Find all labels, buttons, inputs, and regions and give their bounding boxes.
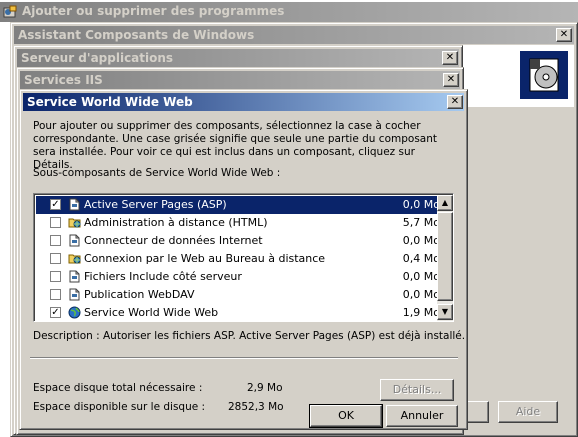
component-size: 0,0 Mo (402, 198, 439, 211)
disk-available-label: Espace disponible sur le disque : (33, 401, 206, 413)
ok-button-label: OK (338, 409, 354, 422)
scroll-thumb[interactable] (437, 212, 453, 301)
details-button[interactable]: Détails... (380, 379, 454, 401)
component-size: 5,7 Mo (402, 216, 439, 229)
divider (30, 357, 458, 359)
list-item[interactable]: Administration à distance (HTML) 5,7 Mo (36, 214, 439, 232)
component-name: Active Server Pages (ASP) (84, 198, 227, 211)
www-title: Service World Wide Web (27, 95, 193, 109)
ok-button[interactable]: OK (309, 404, 383, 428)
description-text: Autoriser les fichiers ASP. Active Serve… (103, 330, 466, 342)
iis-close-button[interactable]: ✕ (443, 73, 459, 87)
list-scrollbar[interactable]: ▲ ▼ (437, 195, 453, 321)
cancel-button-label: Annuler (400, 409, 444, 422)
component-name: Publication WebDAV (84, 288, 195, 301)
components-wizard-titlebar[interactable]: Assistant Composants de Windows (14, 26, 574, 44)
scroll-down-button[interactable]: ▼ (437, 304, 453, 320)
components-wizard-title: Assistant Composants de Windows (18, 28, 255, 42)
programs-title: Ajouter ou supprimer des programmes (22, 4, 285, 18)
intro-text: Pour ajouter ou supprimer des composants… (33, 120, 437, 171)
scroll-up-button[interactable]: ▲ (437, 195, 453, 211)
document-icon (68, 198, 81, 211)
list-label: Sous-composants de Service World Wide We… (33, 167, 281, 179)
description-label: Description : (33, 330, 100, 342)
components-list[interactable]: ✓ Active Server Pages (ASP) 0,0 Mo Administ… (33, 193, 454, 322)
component-size: 0,0 Mo (402, 270, 439, 283)
help-button: Aide (498, 401, 558, 423)
www-titlebar[interactable]: Service World Wide Web (23, 93, 464, 111)
component-checkbox[interactable] (50, 271, 61, 282)
app-server-titlebar[interactable]: Serveur d'applications (17, 49, 459, 67)
document-icon (68, 234, 81, 247)
folder-globe-icon (68, 252, 81, 265)
component-name: Connexion par le Web au Bureau à distanc… (84, 252, 326, 265)
iis-title: Services IIS (24, 73, 103, 87)
disk-required-value: 2,9 Mo (247, 382, 283, 394)
globe-icon (68, 306, 81, 319)
component-name: Administration à distance (HTML) (84, 216, 268, 229)
list-item[interactable]: Connexion par le Web au Bureau à distanc… (36, 250, 439, 268)
component-checkbox[interactable] (50, 235, 61, 246)
component-size: 1,9 Mo (402, 306, 439, 319)
list-item[interactable]: Publication WebDAV 0,0 Mo (36, 286, 439, 304)
details-button-label: Détails... (392, 383, 442, 396)
www-close-button[interactable]: ✕ (447, 95, 463, 109)
component-checkbox[interactable] (50, 217, 61, 228)
component-checkbox[interactable] (50, 253, 61, 264)
cd-package-icon (520, 51, 568, 99)
components-wizard-close-button[interactable]: ✕ (556, 28, 572, 42)
folder-globe-icon (68, 216, 81, 229)
list-item[interactable]: ✓ Active Server Pages (ASP) 0,0 Mo (35, 195, 439, 215)
disk-available-value: 2852,3 Mo (228, 401, 284, 413)
document-icon (68, 270, 81, 283)
cancel-button[interactable]: Annuler (386, 405, 458, 427)
app-server-title: Serveur d'applications (21, 51, 174, 65)
component-name: Service World Wide Web (84, 306, 219, 319)
programs-titlebar[interactable]: Ajouter ou supprimer des programmes (0, 2, 578, 22)
component-size: 0,0 Mo (402, 288, 439, 301)
component-checkbox[interactable]: ✓ (50, 307, 61, 318)
component-name: Fichiers Include côté serveur (84, 270, 242, 283)
help-button-label: Aide (515, 405, 541, 418)
www-service-dialog: Service World Wide Web ✕ Pour ajouter ou… (19, 89, 468, 430)
component-checkbox[interactable]: ✓ (50, 199, 61, 210)
component-name: Connecteur de données Internet (84, 234, 263, 247)
document-icon (68, 288, 81, 301)
component-size: 0,0 Mo (402, 234, 439, 247)
programs-app-icon (3, 5, 17, 18)
component-checkbox[interactable] (50, 289, 61, 300)
components-list-rows: ✓ Active Server Pages (ASP) 0,0 Mo Administ… (34, 194, 439, 321)
list-item[interactable]: Connecteur de données Internet 0,0 Mo (36, 232, 439, 250)
iis-titlebar[interactable]: Services IIS (20, 71, 460, 89)
disk-required-label: Espace disque total nécessaire : (33, 382, 203, 394)
component-size: 0,4 Mo (402, 252, 439, 265)
app-server-close-button[interactable]: ✕ (442, 51, 458, 65)
list-item[interactable]: ✓ Service World Wide Web 1,9 Mo (36, 304, 439, 321)
list-item[interactable]: Fichiers Include côté serveur 0,0 Mo (36, 268, 439, 286)
